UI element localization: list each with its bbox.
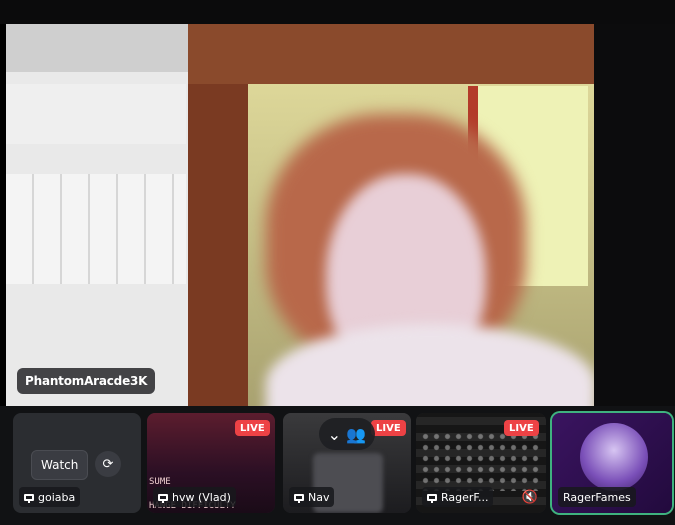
people-icon: 👥 [346,424,367,444]
tile-user-label: goiaba [19,487,81,507]
tile-user-label: Nav [289,487,335,507]
chevron-down-icon: ⌄ [327,424,342,444]
participants-toggle-button[interactable]: ⌄ 👥 [319,418,375,450]
watch-label: Watch [41,458,79,472]
right-panel [594,24,675,406]
popout-icon[interactable]: ⟳ [95,451,121,477]
game-overlay-text: SUME [149,477,171,487]
main-stream-name: PhantomAracde3K [25,374,148,388]
participant-tile-goiaba[interactable]: Watch ⟳ goiaba [13,413,141,513]
live-badge: LIVE [504,420,539,436]
tile-user-name: RagerF... [441,490,489,504]
participant-tile-hvw[interactable]: SUME HANGE DIFFICULTY LIVE hvw (Vlad) [147,413,275,513]
tile-user-label: RagerFames [558,487,636,507]
screen-share-icon [24,493,34,503]
live-badge: LIVE [235,420,270,436]
top-bar [0,0,675,24]
tile-user-name: hvw (Vlad) [172,490,231,504]
tile-user-name: RagerFames [563,490,631,504]
tile-user-name: Nav [308,490,330,504]
muted-volume-icon[interactable]: 🔇 [522,490,538,505]
tile-user-label: hvw (Vlad) [153,487,236,507]
game-grid [420,431,540,491]
live-label: LIVE [240,422,265,434]
screen-share-icon [158,493,168,503]
watch-button[interactable]: Watch [31,450,89,480]
tile-user-name: goiaba [38,490,76,504]
screen-share-icon [294,493,304,503]
screen-share-icon [427,493,437,503]
participant-tile-ragerfames[interactable]: RagerFames [552,413,672,513]
tile-user-label: RagerF... [422,487,494,507]
live-label: LIVE [509,422,534,434]
main-stream-name-tag: PhantomAracde3K [17,368,156,394]
participant-tile-ragerf[interactable]: LIVE RagerF... 🔇 [416,413,546,513]
main-stream-video[interactable] [6,24,594,406]
video-background-left [6,24,188,406]
live-label: LIVE [376,422,401,434]
live-badge: LIVE [371,420,406,436]
avatar [580,423,648,491]
